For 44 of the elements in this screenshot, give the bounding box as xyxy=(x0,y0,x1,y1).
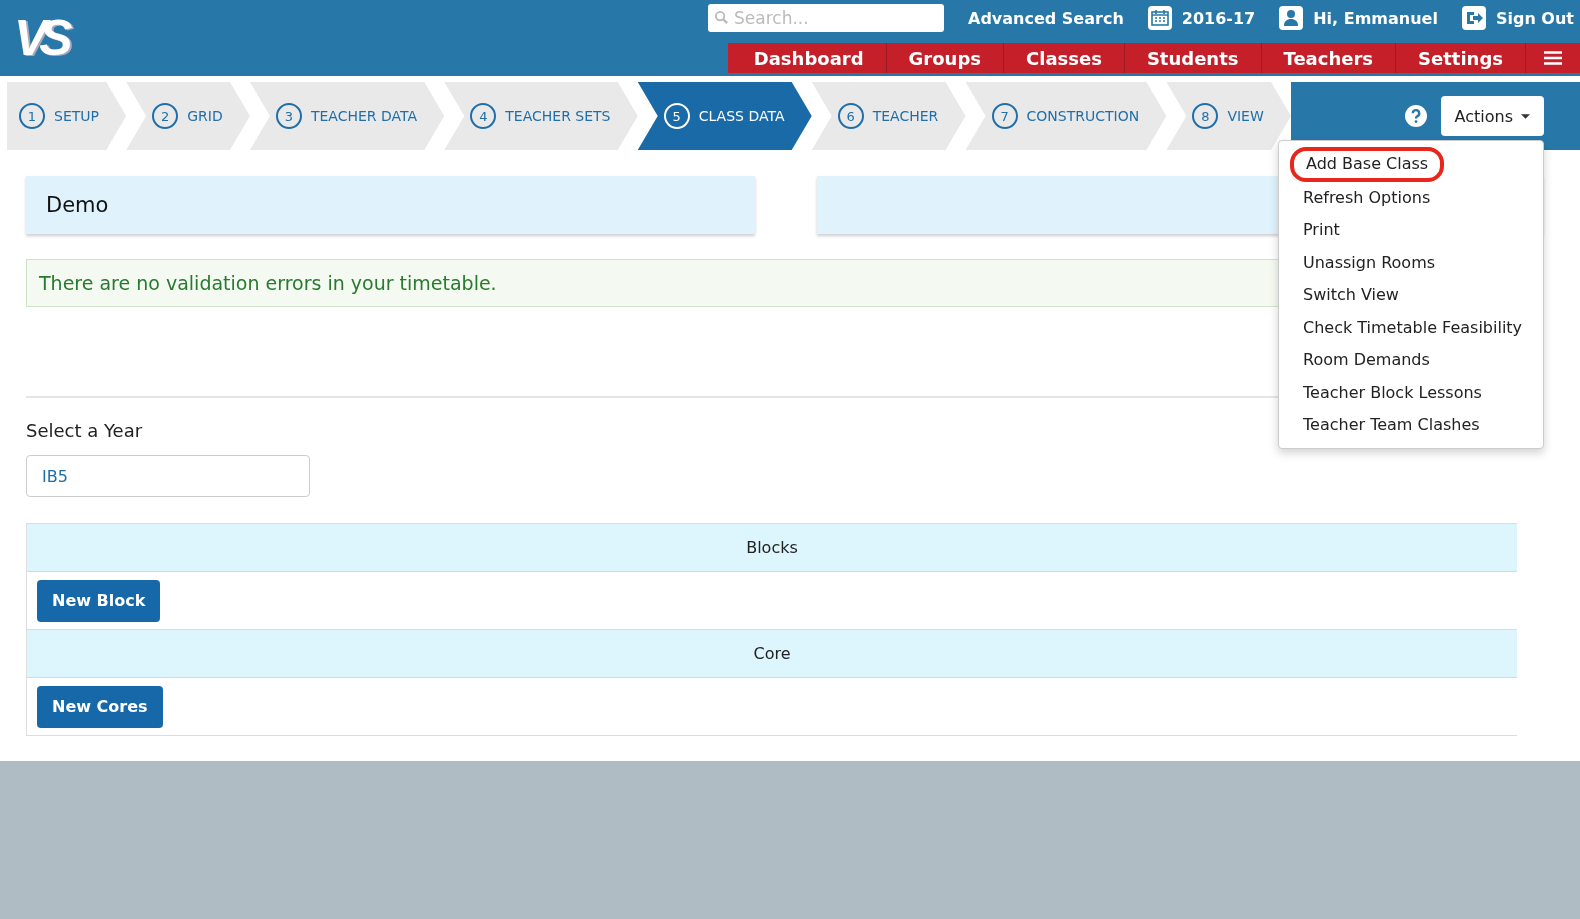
nav-tab[interactable]: Teachers xyxy=(1261,43,1397,73)
menu-item[interactable]: Add Base Class xyxy=(1290,147,1445,182)
search-field[interactable]: Search... xyxy=(708,4,945,32)
year-label: Select a Year xyxy=(26,420,143,441)
section-title: Blocks xyxy=(746,538,798,557)
caret-icon xyxy=(1521,113,1530,119)
wizard-step[interactable]: 3 TEACHER DATA xyxy=(249,82,445,150)
nav-tab[interactable]: Groups xyxy=(886,43,1004,73)
menu-item[interactable]: Refresh Options xyxy=(1279,181,1543,214)
sign-out-link[interactable]: Sign Out xyxy=(1495,8,1574,28)
user-icon[interactable] xyxy=(1279,6,1304,30)
menu-item[interactable]: Switch View xyxy=(1279,279,1543,312)
menu-item[interactable]: Room Demands xyxy=(1279,344,1543,377)
sign-out-icon[interactable] xyxy=(1461,6,1486,30)
help-icon[interactable] xyxy=(1404,105,1427,127)
menu-item[interactable]: Unassign Rooms xyxy=(1279,246,1543,279)
validation-message: There are no validation errors in your timetable. xyxy=(39,272,497,294)
nav-tab[interactable]: Classes xyxy=(1004,43,1125,73)
wizard-step[interactable]: 1 SETUP xyxy=(7,82,127,150)
new-button[interactable]: New Cores xyxy=(37,685,163,728)
calendar-icon[interactable] xyxy=(1147,6,1172,30)
wizard-step[interactable]: 8 VIEW xyxy=(1166,82,1291,150)
wizard-step[interactable]: 6 TEACHER xyxy=(811,82,966,150)
wizard-step[interactable]: 7 CONSTRUCTION xyxy=(965,82,1167,150)
search-icon xyxy=(714,10,730,25)
nav-tab[interactable]: Students xyxy=(1124,43,1262,73)
nav-tab[interactable]: Dashboard xyxy=(727,43,887,73)
menu-item[interactable]: Print xyxy=(1279,214,1543,247)
wizard-step[interactable]: 5 CLASS DATA xyxy=(637,82,812,150)
user-greeting[interactable]: Hi, Emmanuel xyxy=(1313,8,1438,28)
advanced-search-link[interactable]: Advanced Search xyxy=(968,8,1124,28)
logo[interactable]: VS xyxy=(0,0,65,76)
wizard-step[interactable]: 4 TEACHER SETS xyxy=(444,82,638,150)
section-title: Core xyxy=(753,644,791,663)
menu-item[interactable]: Teacher Team Clashes xyxy=(1279,409,1543,442)
school-name: Demo xyxy=(46,193,109,217)
menu-item[interactable]: Check Timetable Feasibility xyxy=(1279,311,1543,344)
actions-button[interactable]: Actions xyxy=(1440,96,1544,136)
year-select[interactable]: IB5 xyxy=(26,455,310,497)
new-button[interactable]: New Block xyxy=(37,579,161,622)
wizard-step[interactable]: 2 GRID xyxy=(126,82,250,150)
year-link[interactable]: 2016-17 xyxy=(1181,8,1256,28)
menu-item[interactable]: Teacher Block Lessons xyxy=(1279,376,1543,409)
menu-icon xyxy=(1544,51,1562,65)
